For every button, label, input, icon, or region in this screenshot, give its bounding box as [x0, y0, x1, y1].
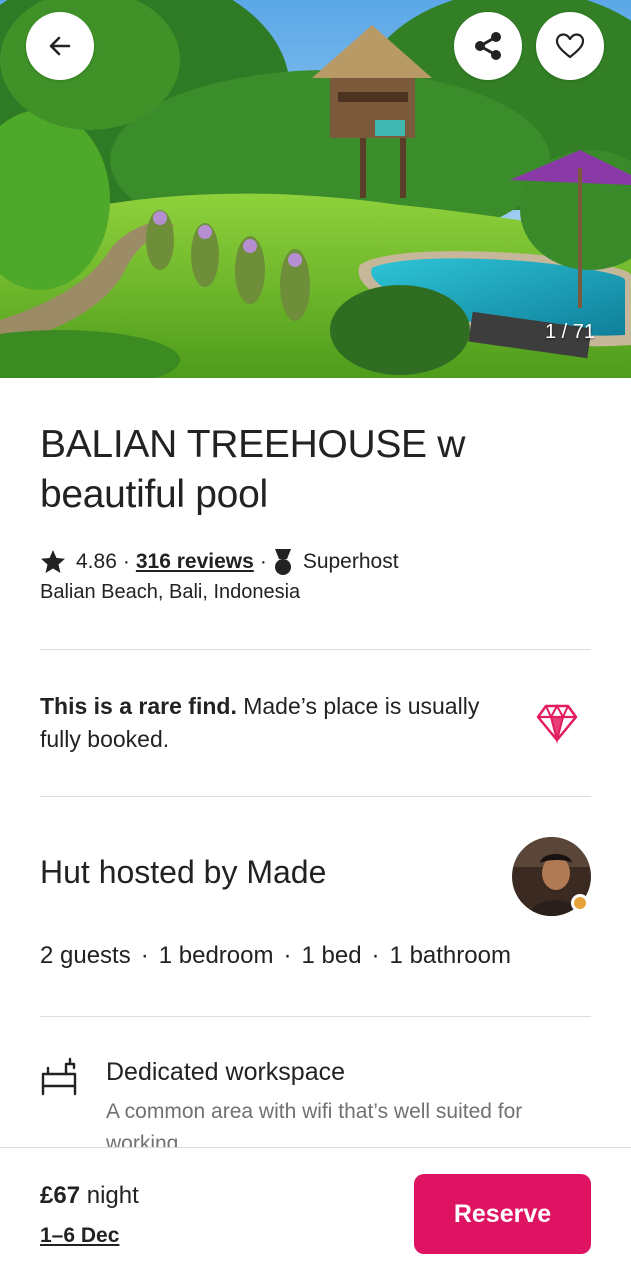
separator-dot: · — [122, 550, 130, 573]
fact-beds: 1 bed — [301, 942, 362, 969]
price-amount: £67 — [40, 1182, 81, 1209]
back-button[interactable] — [26, 12, 94, 80]
listing-photo[interactable]: 1 / 71 — [0, 0, 631, 378]
fact-guests: 2 guests — [40, 942, 131, 969]
superhost-medal-icon — [274, 549, 291, 575]
amenity-title: Dedicated workspace — [106, 1058, 346, 1086]
superhost-badge-icon — [571, 894, 589, 912]
separator-dot: · — [259, 550, 267, 573]
host-heading: Hut hosted by Made — [40, 854, 327, 890]
fact-bedrooms: 1 bedroom — [158, 942, 274, 969]
heart-icon — [555, 33, 585, 59]
desk-icon — [41, 1057, 77, 1096]
diamond-icon — [536, 703, 578, 744]
reviews-link[interactable]: 316 reviews — [136, 550, 254, 574]
photo-counter: 1 / 71 — [544, 320, 596, 343]
listing-meta: 4.86 · 316 reviews · Superhost — [40, 545, 399, 579]
share-icon — [475, 32, 501, 60]
listing-title: BALIAN TREEHOUSE w beautiful pool — [40, 423, 466, 516]
rare-find-message: This is a rare find. Made’s place is usu… — [40, 690, 480, 756]
superhost-label: Superhost — [302, 550, 399, 573]
price-per-night: £67 night — [40, 1182, 139, 1210]
booking-bar: £67 night 1–6 Dec Reserve — [0, 1147, 631, 1280]
listing-facts: 2 guests · 1 bedroom · 1 bed · 1 bathroo… — [40, 942, 511, 970]
price-unit: night — [80, 1182, 139, 1209]
fact-bathrooms: 1 bathroom — [389, 942, 511, 969]
save-favorite-button[interactable] — [536, 12, 604, 80]
divider — [40, 796, 591, 797]
share-button[interactable] — [454, 12, 522, 80]
listing-location[interactable]: Balian Beach, Bali, Indonesia — [40, 581, 300, 604]
booking-dates-link[interactable]: 1–6 Dec — [40, 1224, 119, 1248]
arrow-left-icon — [49, 36, 71, 56]
divider — [40, 649, 591, 650]
star-icon — [41, 550, 65, 573]
separator-dot: · — [140, 942, 149, 969]
amenity-description: A common area with wifi that’s well suit… — [106, 1100, 523, 1148]
reserve-button[interactable]: Reserve — [414, 1174, 591, 1254]
rating-value: 4.86 — [76, 550, 117, 573]
separator-dot: · — [283, 942, 292, 969]
rare-find-title: This is a rare find. — [40, 693, 237, 719]
separator-dot: · — [371, 942, 380, 969]
divider — [40, 1016, 591, 1017]
